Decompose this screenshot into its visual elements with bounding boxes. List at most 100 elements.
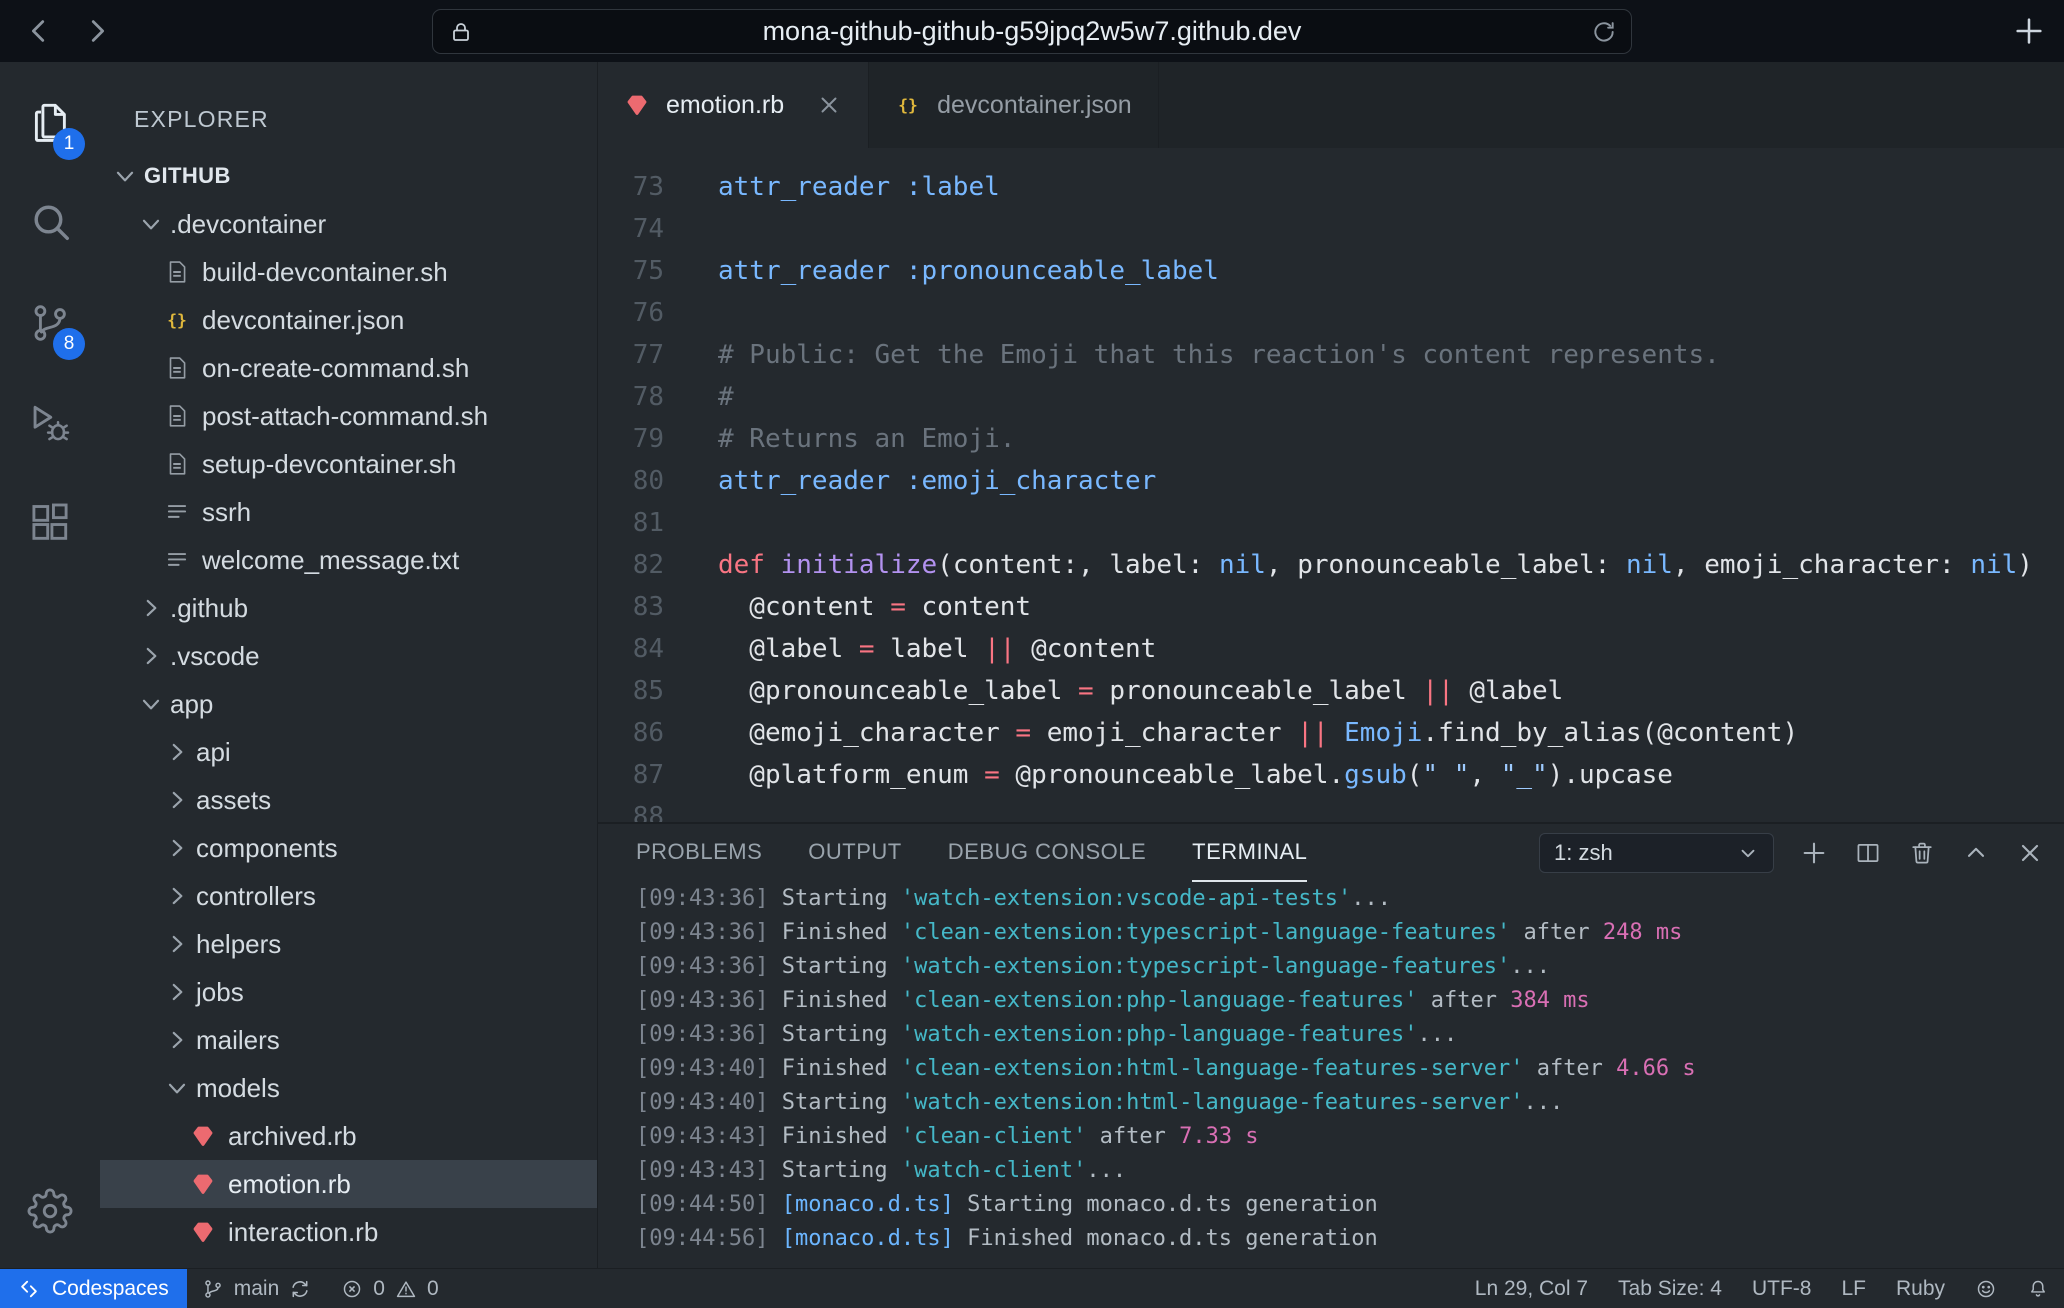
code-line[interactable]: 82 def initialize(content:, label: nil, … (598, 544, 2064, 586)
folder-mailers[interactable]: mailers (100, 1016, 597, 1064)
file-interaction-rb[interactable]: interaction.rb (100, 1208, 597, 1256)
line-number: 74 (598, 208, 664, 250)
file-devcontainer-json[interactable]: {} devcontainer.json (100, 296, 597, 344)
folder-helpers[interactable]: helpers (100, 920, 597, 968)
terminal-line: [09:43:36] Finished 'clean-extension:typ… (636, 916, 2064, 950)
file-type-icon: {} (895, 92, 921, 118)
problems-status[interactable]: 0 0 (326, 1269, 453, 1308)
language-indicator[interactable]: Ruby (1881, 1269, 1960, 1308)
folder-assets[interactable]: assets (100, 776, 597, 824)
activity-bar: 1 8 (0, 62, 100, 1268)
file-emotion-rb[interactable]: emotion.rb (100, 1160, 597, 1208)
folder-github[interactable]: .github (100, 584, 597, 632)
forward-button[interactable] (82, 16, 112, 46)
code-line[interactable]: 83 @content = content (598, 586, 2064, 628)
code-line[interactable]: 79 # Returns an Emoji. (598, 418, 2064, 460)
branch-status[interactable]: main (187, 1269, 327, 1308)
search-icon[interactable] (19, 192, 81, 254)
split-terminal-button[interactable] (1854, 839, 1882, 867)
tab-size-indicator[interactable]: Tab Size: 4 (1603, 1269, 1737, 1308)
chevron-icon (138, 691, 164, 717)
close-icon[interactable] (816, 92, 842, 118)
code-editor[interactable]: 73 attr_reader :label 74 75 attr_reader … (598, 148, 2064, 822)
codespaces-status[interactable]: Codespaces (0, 1269, 187, 1308)
file-build-devcontainer-sh[interactable]: build-devcontainer.sh (100, 248, 597, 296)
files-icon[interactable]: 1 (19, 92, 81, 154)
kill-terminal-button[interactable] (1908, 839, 1936, 867)
chevron-icon (164, 739, 190, 765)
folder-models[interactable]: models (100, 1064, 597, 1112)
maximize-panel-button[interactable] (1962, 839, 1990, 867)
code-line[interactable]: 86 @emoji_character = emoji_character ||… (598, 712, 2064, 754)
folder-jobs[interactable]: jobs (100, 968, 597, 1016)
folder-app[interactable]: app (100, 680, 597, 728)
new-terminal-button[interactable] (1800, 839, 1828, 867)
back-button[interactable] (24, 16, 54, 46)
debug-icon[interactable] (19, 392, 81, 454)
code-line[interactable]: 76 (598, 292, 2064, 334)
file-archived-rb[interactable]: archived.rb (100, 1112, 597, 1160)
panel-tab-output[interactable]: OUTPUT (808, 824, 901, 882)
eol-indicator[interactable]: LF (1826, 1269, 1881, 1308)
folder-components[interactable]: components (100, 824, 597, 872)
encoding-indicator[interactable]: UTF-8 (1737, 1269, 1827, 1308)
feedback-smiley-icon[interactable] (1960, 1269, 2012, 1308)
refresh-icon[interactable] (1591, 19, 1617, 45)
tree-item-label: on-create-command.sh (202, 353, 469, 384)
new-tab-button[interactable] (2012, 14, 2046, 48)
tree-item-label: components (196, 833, 338, 864)
status-bar: Codespaces main 0 0 Ln 29, Col 7 Tab Siz… (0, 1268, 2064, 1308)
code-line[interactable]: 85 @pronounceable_label = pronounceable_… (598, 670, 2064, 712)
terminal-line: [09:43:43] Starting 'watch-client'... (636, 1154, 2064, 1188)
chevron-icon (164, 883, 190, 909)
file-setup-devcontainer-sh[interactable]: setup-devcontainer.sh (100, 440, 597, 488)
cursor-position[interactable]: Ln 29, Col 7 (1460, 1269, 1603, 1308)
tree-item-label: setup-devcontainer.sh (202, 449, 456, 480)
code-line[interactable]: 87 @platform_enum = @pronounceable_label… (598, 754, 2064, 796)
code-line[interactable]: 77 # Public: Get the Emoji that this rea… (598, 334, 2064, 376)
terminal-output[interactable]: [09:43:36] Starting 'watch-extension:vsc… (598, 882, 2064, 1268)
tab-emotion-rb[interactable]: emotion.rb (598, 62, 869, 148)
file-post-attach-command-sh[interactable]: post-attach-command.sh (100, 392, 597, 440)
panel-tab-terminal[interactable]: TERMINAL (1192, 824, 1307, 882)
code-line[interactable]: 80 attr_reader :emoji_character (598, 460, 2064, 502)
settings-gear-icon[interactable] (19, 1180, 81, 1242)
codespaces-label: Codespaces (52, 1277, 169, 1301)
address-bar[interactable]: mona-github-github-g59jpq2w5w7.github.de… (432, 9, 1632, 54)
file-ssrh[interactable]: ssrh (100, 488, 597, 536)
file-type-icon: {} (164, 307, 190, 333)
tab-devcontainer-json[interactable]: {} devcontainer.json (869, 62, 1159, 148)
tree-item-label: interaction.rb (228, 1217, 378, 1248)
folder-controllers[interactable]: controllers (100, 872, 597, 920)
folder-devcontainer[interactable]: .devcontainer (100, 200, 597, 248)
code-line[interactable]: 84 @label = label || @content (598, 628, 2064, 670)
close-panel-button[interactable] (2016, 839, 2044, 867)
terminal-selector[interactable]: 1: zsh (1539, 833, 1774, 873)
line-number: 76 (598, 292, 664, 334)
code-line[interactable]: 74 (598, 208, 2064, 250)
folder-vscode[interactable]: .vscode (100, 632, 597, 680)
folder-github[interactable]: GITHUB (100, 152, 597, 200)
scm-icon[interactable]: 8 (19, 292, 81, 354)
tree-item-label: build-devcontainer.sh (202, 257, 448, 288)
svg-text:{}: {} (167, 310, 187, 329)
file-on-create-command-sh[interactable]: on-create-command.sh (100, 344, 597, 392)
remote-icon (18, 1278, 40, 1300)
code-line[interactable]: 75 attr_reader :pronounceable_label (598, 250, 2064, 292)
panel-tab-debug-console[interactable]: DEBUG CONSOLE (948, 824, 1146, 882)
file-tree: GITHUB .devcontainer build-devcontainer.… (100, 152, 597, 1256)
chevron-down-icon (1737, 842, 1759, 864)
code-line[interactable]: 78 # (598, 376, 2064, 418)
editor-group: emotion.rb {} devcontainer.json 73 attr_… (598, 62, 2064, 1268)
panel-tab-problems[interactable]: PROBLEMS (636, 824, 762, 882)
folder-api[interactable]: api (100, 728, 597, 776)
file-type-icon (190, 1219, 216, 1245)
file-welcome-message-txt[interactable]: welcome_message.txt (100, 536, 597, 584)
code-line[interactable]: 88 (598, 796, 2064, 822)
code-line[interactable]: 73 attr_reader :label (598, 166, 2064, 208)
code-line[interactable]: 81 (598, 502, 2064, 544)
notifications-bell-icon[interactable] (2012, 1269, 2064, 1308)
sidebar-title: EXPLORER (100, 62, 597, 152)
extensions-icon[interactable] (19, 492, 81, 554)
code-text: # Returns an Emoji. (664, 418, 1015, 460)
